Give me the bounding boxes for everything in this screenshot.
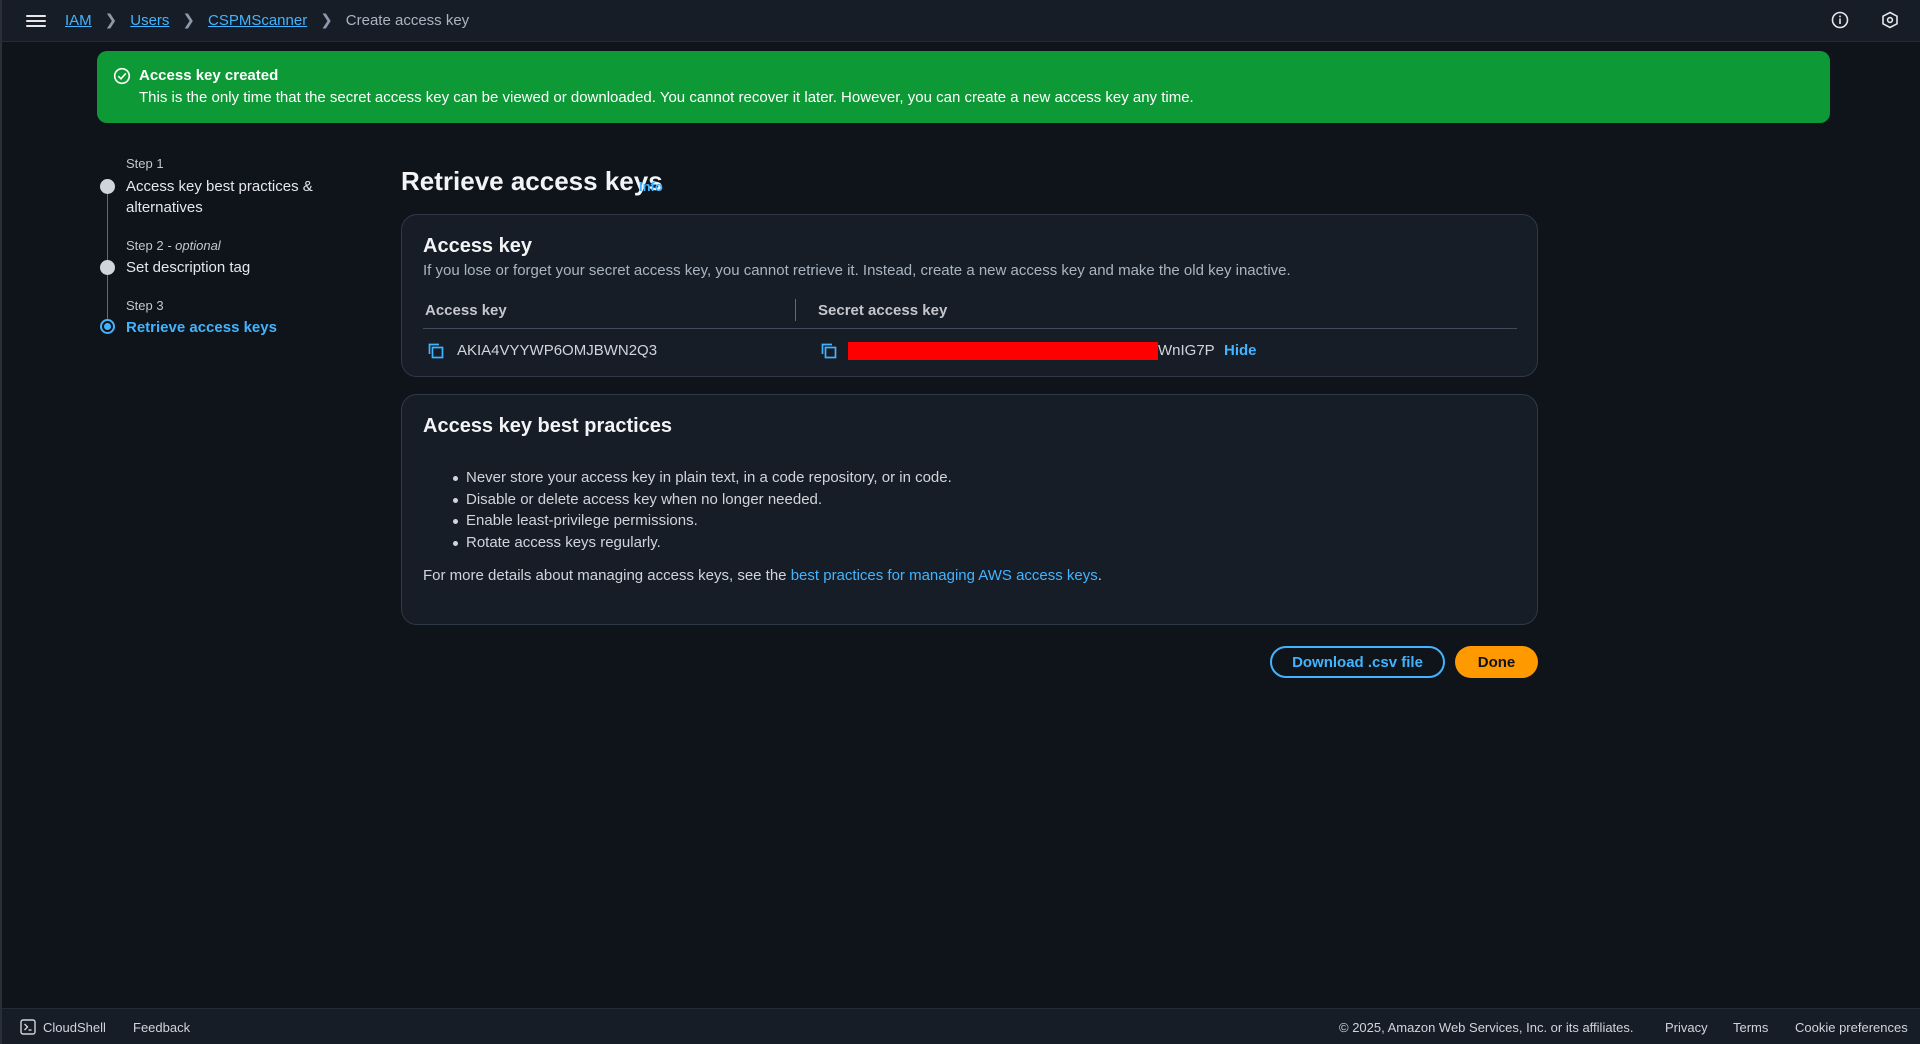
footer: CloudShell Feedback © 2025, Amazon Web S… bbox=[2, 1008, 1920, 1044]
copy-access-key-icon[interactable] bbox=[427, 342, 445, 360]
breadcrumb-link-user[interactable]: CSPMScanner bbox=[208, 12, 307, 29]
footer-cloudshell[interactable]: CloudShell bbox=[43, 1020, 106, 1035]
step-3-label: Step 3 bbox=[126, 298, 164, 313]
top-navigation-bar: IAM ❯ Users ❯ CSPMScanner ❯ Create acces… bbox=[2, 0, 1920, 42]
access-key-card-description: If you lose or forget your secret access… bbox=[423, 262, 1291, 279]
step-1-title[interactable]: Access key best practices & alternatives bbox=[126, 176, 346, 218]
breadcrumb-link-iam[interactable]: IAM bbox=[65, 12, 92, 29]
flash-title: Access key created bbox=[139, 67, 279, 84]
step-1-indicator bbox=[100, 179, 115, 194]
list-item: Rotate access keys regularly. bbox=[453, 532, 952, 554]
list-item: Disable or delete access key when no lon… bbox=[453, 489, 952, 511]
secret-key-redaction bbox=[848, 342, 1158, 360]
footer-terms[interactable]: Terms bbox=[1733, 1020, 1768, 1035]
chevron-right-icon: ❯ bbox=[182, 12, 195, 29]
table-header-divider bbox=[423, 328, 1517, 329]
flash-message: This is the only time that the secret ac… bbox=[139, 89, 1194, 106]
step-3-indicator bbox=[100, 319, 115, 334]
footer-feedback[interactable]: Feedback bbox=[133, 1020, 190, 1035]
menu-icon[interactable] bbox=[26, 12, 46, 30]
info-link[interactable]: Info bbox=[639, 179, 663, 194]
access-key-card-title: Access key bbox=[423, 235, 532, 257]
step-2-label: Step 2 - optional bbox=[126, 238, 221, 253]
download-csv-button[interactable]: Download .csv file bbox=[1270, 646, 1445, 678]
done-button[interactable]: Done bbox=[1455, 646, 1538, 678]
step-2-title[interactable]: Set description tag bbox=[126, 257, 346, 278]
footer-cookie-preferences[interactable]: Cookie preferences bbox=[1795, 1020, 1908, 1035]
step-2-indicator bbox=[100, 260, 115, 275]
column-header-secret-access-key: Secret access key bbox=[818, 302, 948, 319]
notifications-icon[interactable] bbox=[1881, 11, 1899, 29]
breadcrumb-current: Create access key bbox=[345, 11, 470, 29]
best-practices-list: Never store your access key in plain tex… bbox=[453, 467, 952, 554]
best-practices-card: Access key best practices Never store yo… bbox=[401, 394, 1538, 625]
breadcrumb-link-users[interactable]: Users bbox=[130, 12, 169, 29]
footer-privacy[interactable]: Privacy bbox=[1665, 1020, 1708, 1035]
column-header-access-key: Access key bbox=[425, 302, 507, 319]
success-flash-banner: Access key created This is the only time… bbox=[97, 51, 1830, 123]
cloudshell-icon[interactable] bbox=[20, 1019, 36, 1035]
best-practices-more-text: For more details about managing access k… bbox=[423, 567, 1102, 584]
secret-key-suffix: WnIG7P bbox=[1158, 342, 1215, 359]
chevron-right-icon: ❯ bbox=[104, 12, 118, 29]
step-1-label: Step 1 bbox=[126, 156, 164, 171]
best-practices-link[interactable]: best practices for managing AWS access k… bbox=[791, 567, 1098, 584]
page-title: Retrieve access keys bbox=[401, 166, 663, 196]
access-key-value: AKIA4VYYWP6OMJBWN2Q3 bbox=[457, 342, 658, 359]
step-connector-line bbox=[107, 186, 108, 328]
breadcrumb: IAM ❯ Users ❯ CSPMScanner ❯ Create acces… bbox=[65, 11, 470, 30]
step-3-title: Retrieve access keys bbox=[126, 319, 277, 336]
hide-secret-button[interactable]: Hide bbox=[1224, 342, 1257, 359]
access-key-card: Access key If you lose or forget your se… bbox=[401, 214, 1538, 377]
column-divider bbox=[795, 299, 796, 321]
check-circle-icon bbox=[113, 67, 131, 85]
copy-secret-key-icon[interactable] bbox=[820, 342, 838, 360]
list-item: Never store your access key in plain tex… bbox=[453, 467, 952, 489]
best-practices-title: Access key best practices bbox=[423, 415, 673, 437]
info-icon[interactable] bbox=[1831, 11, 1849, 29]
chevron-right-icon: ❯ bbox=[320, 12, 333, 29]
list-item: Enable least-privilege permissions. bbox=[453, 510, 952, 532]
footer-copyright: © 2025, Amazon Web Services, Inc. or its… bbox=[1339, 1020, 1634, 1035]
